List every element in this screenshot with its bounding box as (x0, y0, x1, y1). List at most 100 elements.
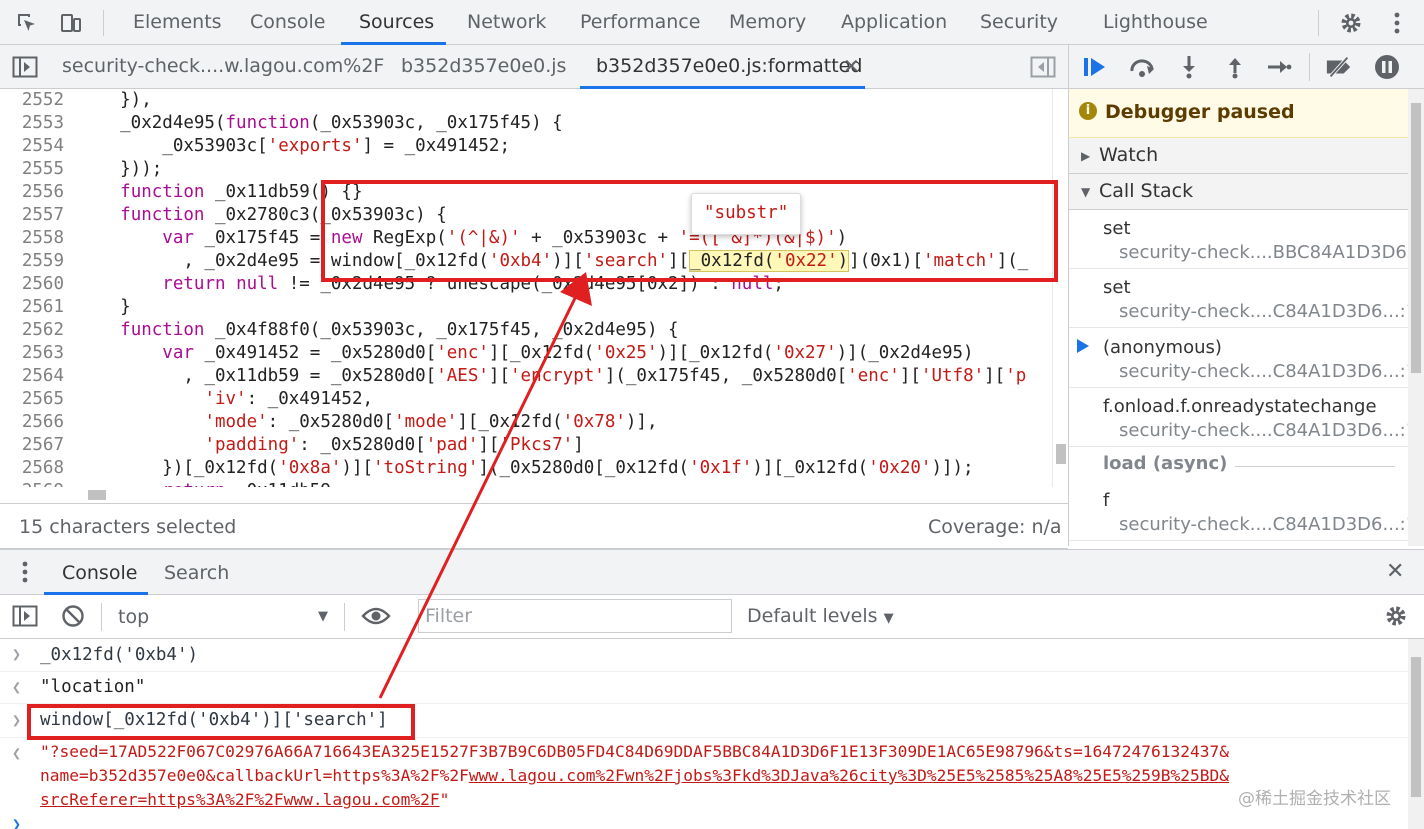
scroll-thumb[interactable] (1056, 444, 1066, 464)
scroll-thumb[interactable] (1411, 103, 1421, 373)
source-file-tabs: security-check....w.lagou.com%2F b352d35… (0, 45, 1068, 89)
drawer-tab-console[interactable]: Console (62, 562, 137, 584)
context-selector[interactable]: top ▼ (104, 595, 338, 639)
line-number: 2569 (0, 480, 64, 487)
line-number: 2562 (21, 320, 64, 340)
line-number: 2555 (21, 159, 64, 179)
code-text: return _0x11db59 (78, 480, 331, 487)
frame-location[interactable]: security-check....C84A1D3D6...:13 (1119, 514, 1408, 535)
file-tab-js-formatted[interactable]: b352d357e0e0.js:formatted (596, 45, 862, 89)
console-result-link[interactable]: srcReferer=https%3A%2F%2Fwww.lagou.com%2… (40, 790, 440, 809)
call-frame-current[interactable]: (anonymous) security-check....C84A1D3D6.… (1069, 329, 1408, 388)
line-number: 2561 (21, 297, 64, 317)
toolbar-divider (1318, 10, 1319, 36)
file-tab-security-check[interactable]: security-check....w.lagou.com%2F (62, 45, 384, 89)
tab-network[interactable]: Network (467, 0, 546, 45)
line-number: 2565 (21, 389, 64, 409)
scroll-thumb[interactable] (1411, 657, 1421, 797)
coverage-status: Coverage: n/a (928, 516, 1062, 538)
inspect-element-icon[interactable] (10, 0, 44, 45)
info-icon: i (1079, 102, 1097, 120)
current-frame-arrow-icon (1077, 339, 1089, 353)
tab-console[interactable]: Console (250, 0, 325, 45)
drawer-tabs: Console Search ✕ (0, 549, 1424, 595)
step-out-icon[interactable] (1221, 53, 1249, 81)
toggle-navigator-icon[interactable] (10, 45, 40, 89)
tooltip-value: "substr" (704, 203, 789, 223)
frame-location[interactable]: security-check....C84A1D3D6...:13 (1119, 420, 1408, 441)
selection-status: 15 characters selected (19, 516, 237, 538)
toggle-debugger-icon[interactable] (1028, 45, 1058, 89)
tab-memory[interactable]: Memory (729, 0, 806, 45)
console-filter-input[interactable] (418, 599, 732, 633)
dropdown-arrow-icon: ▼ (318, 609, 328, 624)
close-tab-icon[interactable]: ✕ (843, 45, 860, 89)
log-levels-dropdown[interactable]: Default levels ▼ (747, 605, 894, 627)
drawer-tab-search[interactable]: Search (164, 562, 229, 584)
code-text: function _0x2780c3(_0x53903c) { (120, 205, 447, 225)
code-text: , _0x11db59 = _0x5280d0['AES']['encrypt'… (78, 366, 1027, 386)
console-sidebar-icon[interactable] (12, 605, 38, 632)
eye-icon[interactable] (361, 605, 391, 632)
tab-lighthouse[interactable]: Lighthouse (1103, 0, 1208, 45)
call-stack-section-header[interactable]: ▼ Call Stack (1068, 174, 1408, 210)
line-number: 2563 (21, 343, 64, 363)
step-icon[interactable] (1265, 53, 1293, 81)
tab-performance[interactable]: Performance (580, 0, 700, 45)
context-value: top (118, 606, 150, 628)
gear-icon[interactable] (1334, 0, 1368, 45)
pause-on-exceptions-icon[interactable] (1373, 53, 1401, 81)
call-frame[interactable]: f.onload.f.onreadystatechange security-c… (1069, 388, 1408, 447)
frame-location[interactable]: security-check....BBC84A1D3D6... (1119, 242, 1408, 263)
console-result-line-1: "?seed=17AD522F067C02976A66A716643EA325E… (40, 742, 1229, 761)
editor-horizontal-scrollbar[interactable] (68, 487, 1052, 503)
console-input-text: _0x12fd('0xb4') (40, 645, 198, 665)
console-prompt-line[interactable]: ❯ (0, 815, 1408, 829)
file-tab-js[interactable]: b352d357e0e0.js (401, 45, 566, 89)
call-stack-list: set security-check....BBC84A1D3D6... set… (1068, 210, 1408, 546)
scroll-thumb[interactable] (88, 490, 106, 500)
call-frame[interactable]: set security-check....BBC84A1D3D6... (1069, 210, 1408, 269)
evaluation-tooltip: "substr" (691, 193, 801, 235)
frame-location[interactable]: security-check....C84A1D3D6...:14 (1119, 301, 1408, 322)
frame-function: f (1103, 490, 1110, 511)
tab-security[interactable]: Security (980, 0, 1058, 45)
tab-elements[interactable]: Elements (133, 0, 222, 45)
line-number: 2554 (21, 136, 64, 156)
frame-function: set (1103, 277, 1131, 298)
input-prompt-icon: ❯ (12, 645, 22, 663)
code-text: 'padding': _0x5280d0['pad']['Pkcs7'] (204, 435, 584, 455)
console-scrollbar[interactable] (1408, 639, 1424, 829)
clear-console-icon[interactable] (61, 604, 85, 633)
resume-icon[interactable] (1081, 53, 1109, 81)
code-editor[interactable]: 2552 }), 2553 _0x2d4e95(function(_0x5390… (0, 89, 1052, 487)
drawer-menu-icon[interactable] (22, 561, 28, 588)
watch-section-header[interactable]: ▶ Watch (1068, 138, 1408, 174)
call-frame[interactable]: set security-check....C84A1D3D6...:14 (1069, 269, 1408, 328)
code-text: 'iv': _0x491452, (204, 389, 374, 409)
collapse-triangle-icon: ▼ (1081, 185, 1091, 199)
editor-vertical-scrollbar[interactable] (1052, 89, 1068, 487)
console-output[interactable]: ❯ _0x12fd('0xb4') ❮ "location" ❯ window[… (0, 639, 1408, 829)
console-input-expression: _0x12fd('0xb4') (40, 645, 199, 665)
console-result-link[interactable]: www.lagou.com%2Fwn%2Fjobs%3Fkd%3DJava%26… (469, 766, 1229, 785)
call-frame[interactable]: f security-check....C84A1D3D6...:13 (1069, 482, 1408, 541)
debugger-scrollbar[interactable] (1408, 89, 1424, 546)
tab-application[interactable]: Application (841, 0, 947, 45)
close-drawer-icon[interactable]: ✕ (1386, 559, 1404, 584)
step-over-icon[interactable] (1129, 53, 1157, 81)
toolbar-divider (103, 10, 104, 36)
console-result-line: ❮ "?seed=17AD522F067C02976A66A716643EA32… (0, 738, 1408, 818)
tab-sources[interactable]: Sources (359, 0, 434, 45)
selected-expression[interactable]: _0x12fd('0x22') (689, 250, 850, 272)
deactivate-breakpoints-icon[interactable] (1325, 53, 1353, 81)
console-settings-gear-icon[interactable] (1384, 604, 1408, 633)
code-text: function _0x4f88f0(_0x53903c, _0x175f45,… (120, 320, 679, 340)
step-into-icon[interactable] (1175, 53, 1203, 81)
frame-location[interactable]: security-check....C84A1D3D6...:17 (1119, 361, 1408, 382)
call-stack-label: Call Stack (1099, 180, 1194, 202)
more-options-icon[interactable] (1382, 0, 1412, 45)
device-toolbar-icon[interactable] (54, 0, 88, 45)
line-number: 2552 (21, 90, 64, 110)
line-number: 2564 (21, 366, 64, 386)
